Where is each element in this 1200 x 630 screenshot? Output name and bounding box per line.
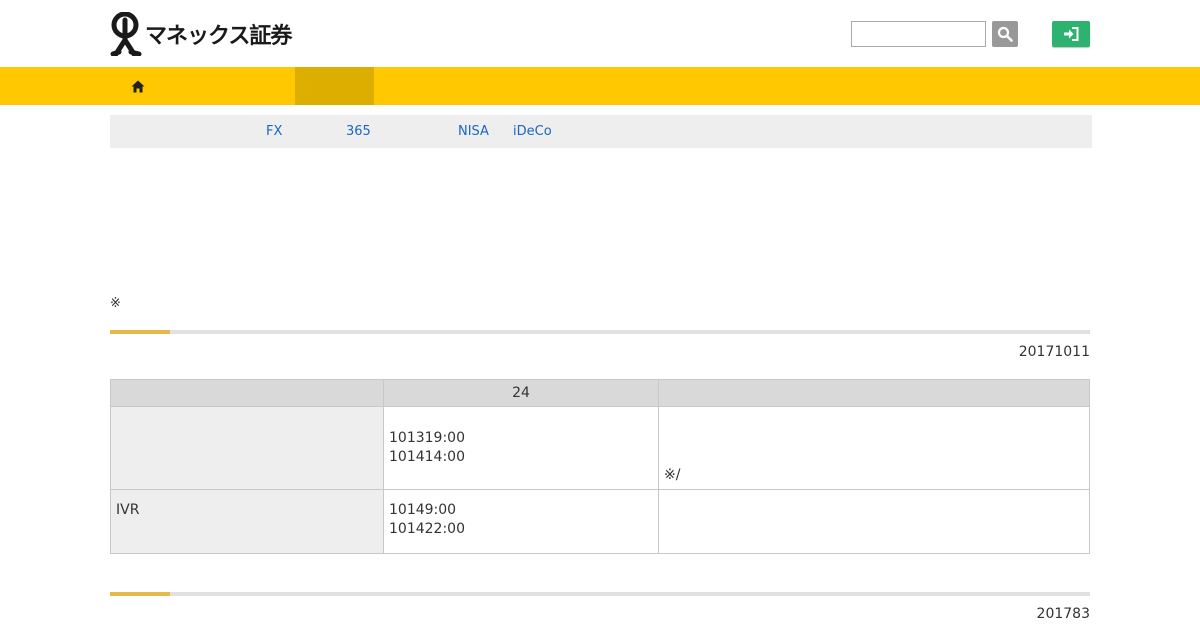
row-note: ※/ — [664, 467, 681, 483]
table-header-cell — [658, 379, 1090, 407]
section-divider-accent — [110, 592, 170, 596]
row-times-cell: 101319:00 101414:00 — [383, 406, 659, 490]
subnav-link-ideco[interactable]: iDeCo — [513, 124, 552, 139]
row-label: IVR — [116, 502, 140, 518]
time-value: 10149:00 — [389, 502, 457, 518]
notice-text: ※ — [110, 296, 121, 311]
site-header: マネックス証券 — [0, 0, 1200, 67]
main-nav — [0, 67, 1200, 105]
table-header-cell — [110, 379, 384, 407]
section-divider — [110, 592, 1090, 596]
logo-text: マネックス証券 — [145, 24, 292, 49]
time-value: 101414:00 — [389, 449, 465, 465]
table-header-row: 24 — [110, 379, 1090, 407]
search-button[interactable] — [992, 21, 1018, 47]
row-note-cell — [658, 489, 1090, 554]
sub-nav: FX 365 NISA iDeCo — [110, 115, 1092, 148]
table-row: IVR 10149:00 101422:00 — [110, 489, 1090, 554]
nav-home[interactable] — [110, 67, 165, 105]
table-row: 101319:00 101414:00 ※/ — [110, 406, 1090, 490]
section-date: 201783 — [1036, 606, 1090, 622]
subnav-link-nisa[interactable]: NISA — [458, 124, 489, 139]
login-icon — [1064, 27, 1079, 41]
row-label — [110, 406, 384, 490]
search-icon — [997, 26, 1013, 42]
login-button[interactable] — [1052, 21, 1090, 47]
row-note-cell: ※/ — [658, 406, 1090, 490]
home-icon — [131, 80, 144, 92]
subnav-link-365[interactable]: 365 — [346, 124, 371, 139]
logo-mark-icon — [110, 12, 142, 56]
time-value: 101319:00 — [389, 430, 465, 446]
section-divider-accent — [110, 330, 170, 334]
row-label-cell: IVR — [110, 489, 384, 554]
section-date: 20171011 — [1018, 344, 1090, 360]
search-input[interactable] — [851, 21, 986, 47]
row-times-cell: 10149:00 101422:00 — [383, 489, 659, 554]
time-value: 101422:00 — [389, 521, 465, 537]
subnav-link-fx[interactable]: FX — [266, 124, 282, 139]
monex-logo[interactable]: マネックス証券 — [110, 12, 292, 56]
section-divider — [110, 330, 1090, 334]
schedule-table: 24 101319:00 101414:00 ※/ IVR 10149:00 1… — [110, 379, 1090, 554]
nav-item-active[interactable] — [295, 67, 374, 105]
table-header-cell: 24 — [383, 379, 659, 407]
